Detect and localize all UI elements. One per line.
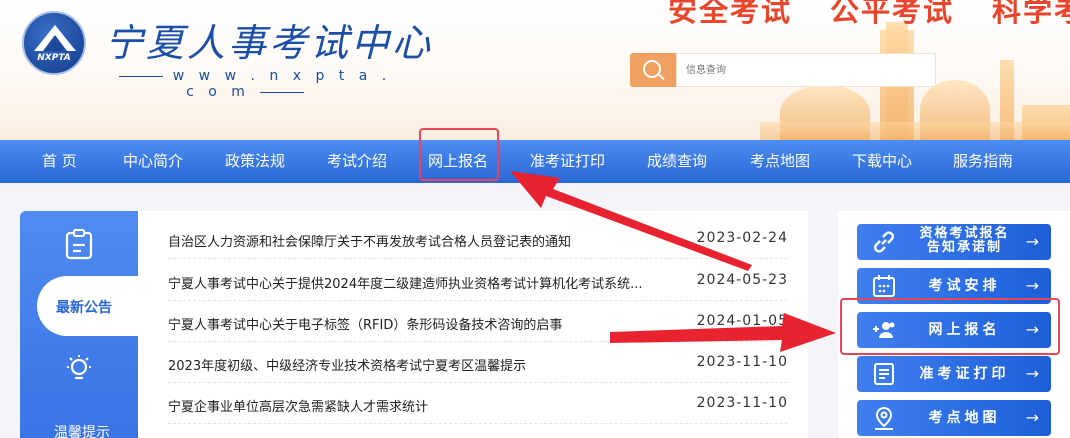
lightbulb-icon[interactable] (63, 353, 95, 385)
search-input[interactable] (676, 53, 936, 87)
service-label: 准考证打印 (919, 366, 1010, 382)
slogan-safe: 安全考试 (668, 0, 793, 28)
logo-emblem-text: NXPTA (37, 53, 71, 63)
news-title[interactable]: 宁夏企事业单位高层次急需紧缺人才需求统计 (168, 396, 693, 415)
nav-exam-intro[interactable]: 考试介绍 (327, 140, 387, 183)
tab-latest-notices[interactable]: 最新公告 (37, 276, 138, 336)
news-item[interactable]: 宁夏企事业单位高层次急需紧缺人才需求统计 2023-11-10 (168, 386, 788, 424)
document-icon (874, 363, 894, 385)
link-icon (874, 231, 894, 253)
service-label: 考点地图 (928, 410, 1001, 426)
slogan-fair: 公平考试 (830, 0, 955, 28)
news-date: 2023-11-10 (696, 354, 788, 370)
clipboard-icon[interactable] (64, 228, 94, 260)
tab-latest-notices-label: 最新公告 (56, 300, 112, 316)
news-title[interactable]: 宁夏人事考试中心关于电子标签（RFID）条形码设备技术咨询的启事 (168, 314, 693, 333)
news-date: 2024-05-23 (696, 272, 788, 288)
service-highlight-box (840, 298, 1060, 355)
news-item[interactable]: 宁夏人事考试中心关于提供2024年度二级建造师执业资格考试计算机化考试系统...… (168, 263, 788, 301)
logo-emblem[interactable]: NXPTA (22, 11, 86, 75)
nav-policies[interactable]: 政策法规 (225, 140, 285, 183)
news-title[interactable]: 宁夏人事考试中心关于提供2024年度二级建造师执业资格考试计算机化考试系统... (168, 273, 693, 292)
nav-downloads[interactable]: 下载中心 (852, 140, 912, 183)
news-item[interactable]: 2023年度初级、中级经济专业技术资格考试宁夏考区温馨提示 2023-11-10 (168, 345, 788, 383)
news-date: 2023-02-24 (696, 230, 788, 246)
arrow-right-icon: → (1025, 408, 1039, 427)
news-date: 2024-01-05 (696, 313, 788, 329)
nav-score-query[interactable]: 成绩查询 (647, 140, 707, 183)
service-admission-ticket-button[interactable]: 准考证打印 → (857, 356, 1051, 392)
service-exam-site-map-button[interactable]: 考点地图 → (857, 400, 1051, 436)
service-label: 资格考试报名 告知承诺制 (907, 227, 1022, 263)
nav-home[interactable]: 首 页 (42, 140, 77, 183)
nav-exam-site-map[interactable]: 考点地图 (750, 140, 810, 183)
site-title[interactable]: 宁夏人事考试中心 (105, 12, 433, 67)
news-item[interactable]: 宁夏人事考试中心关于电子标签（RFID）条形码设备技术咨询的启事 2024-01… (168, 304, 788, 342)
service-label-line1: 资格考试报名 (919, 226, 1010, 241)
service-qualification-registration-button[interactable]: 资格考试报名 告知承诺制 → (857, 224, 1051, 260)
map-pin-icon (875, 406, 893, 430)
news-title[interactable]: 2023年度初级、中级经济专业技术资格考试宁夏考区温馨提示 (168, 355, 693, 374)
slogan-scientific: 科学考试 (992, 0, 1070, 28)
news-date: 2023-11-10 (696, 395, 788, 411)
slogan-banner: 安全考试 公平考试 科学考试 (668, 0, 1070, 30)
tab-tips[interactable]: 温馨提示 (54, 422, 110, 438)
news-title[interactable]: 自治区人力资源和社会保障厅关于不再发放考试合格人员登记表的通知 (168, 231, 693, 250)
main-nav: 首 页 中心简介 政策法规 考试介绍 网上报名 准考证打印 成绩查询 考点地图 … (0, 140, 1070, 183)
nav-about[interactable]: 中心简介 (123, 140, 183, 183)
service-label-line2: 告知承诺制 (926, 240, 1002, 255)
site-url: w w w . n x p t a . c o m (105, 68, 395, 100)
site-header: NXPTA 宁夏人事考试中心 w w w . n x p t a . c o m… (0, 0, 1070, 140)
nav-highlight-box (419, 128, 499, 181)
news-list: 自治区人力资源和社会保障厅关于不再发放考试合格人员登记表的通知 2023-02-… (138, 211, 808, 438)
calendar-icon (873, 275, 895, 297)
nav-service-guide[interactable]: 服务指南 (953, 140, 1013, 183)
arrow-right-icon: → (1025, 232, 1039, 251)
arrow-right-icon: → (1025, 364, 1039, 383)
news-item[interactable]: 自治区人力资源和社会保障厅关于不再发放考试合格人员登记表的通知 2023-02-… (168, 221, 788, 259)
nav-admission-ticket[interactable]: 准考证打印 (530, 140, 605, 183)
site-url-text: w w w . n x p t a . c o m (172, 68, 392, 100)
search-button[interactable] (630, 53, 676, 87)
